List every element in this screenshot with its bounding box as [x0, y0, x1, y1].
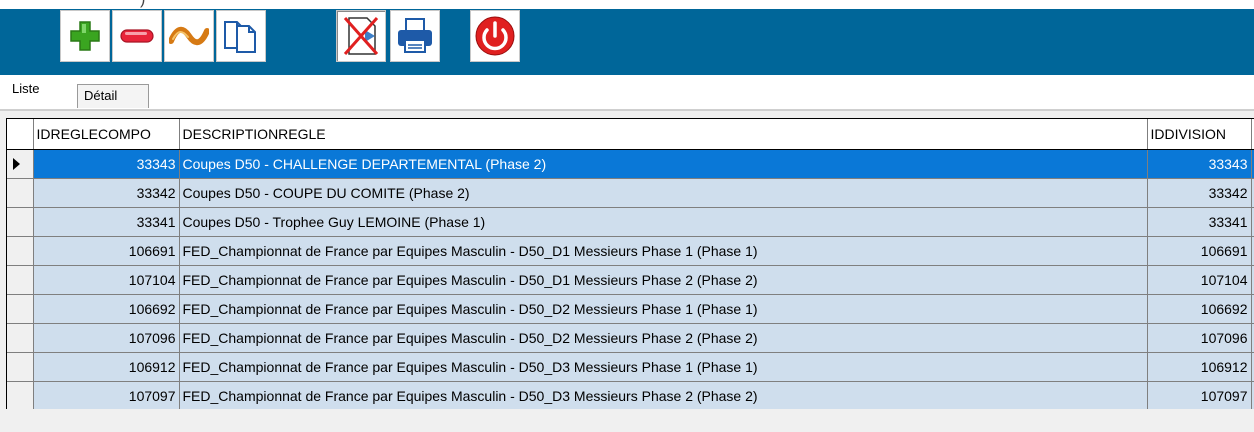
row-selector[interactable] — [7, 265, 34, 295]
add-button[interactable] — [60, 10, 110, 62]
edit-button[interactable] — [164, 10, 214, 62]
cancel-document-button[interactable] — [336, 10, 386, 62]
column-header-idreglecompo[interactable]: IDREGLECOMPO — [33, 119, 180, 150]
tab-strip — [0, 75, 1254, 113]
data-grid[interactable]: IDREGLECOMPO DESCRIPTIONREGLE IDDIVISION… — [6, 118, 1254, 409]
toolbar: ) — [0, 0, 1254, 75]
row-selector[interactable] — [7, 294, 34, 324]
cell-description[interactable]: Coupes D50 - COUPE DU COMITE (Phase 2) — [179, 178, 1148, 208]
row-selector[interactable] — [7, 323, 34, 353]
cell-division[interactable]: 106912 — [1147, 352, 1252, 382]
cell-division[interactable]: 33342 — [1147, 178, 1252, 208]
row-header-corner — [7, 119, 34, 150]
column-header-iddivision[interactable]: IDDIVISION — [1147, 119, 1252, 150]
cell-id[interactable]: 107097 — [33, 381, 180, 409]
cell-id[interactable]: 33343 — [33, 149, 180, 179]
add-icon — [70, 21, 100, 51]
cell-id[interactable]: 106692 — [33, 294, 180, 324]
tab-detail[interactable]: Détail — [77, 84, 149, 108]
tab-liste[interactable]: Liste — [6, 78, 46, 108]
cell-division[interactable]: 107097 — [1147, 381, 1252, 409]
cell-division[interactable]: 107104 — [1147, 265, 1252, 295]
cell-description[interactable]: FED_Championnat de France par Equipes Ma… — [179, 236, 1148, 266]
table-row[interactable]: 106912 FED_Championnat de France par Equ… — [7, 352, 1254, 382]
cell-description[interactable]: FED_Championnat de France par Equipes Ma… — [179, 294, 1148, 324]
power-icon — [475, 16, 515, 56]
cancel-document-icon — [343, 17, 379, 55]
cell-id[interactable]: 106691 — [33, 236, 180, 266]
cell-id[interactable]: 107096 — [33, 323, 180, 353]
cell-division[interactable]: 106691 — [1147, 236, 1252, 266]
cell-description[interactable]: Coupes D50 - Trophee Guy LEMOINE (Phase … — [179, 207, 1148, 237]
current-row-arrow-icon — [13, 157, 20, 170]
edit-wave-icon — [169, 26, 209, 46]
cell-id[interactable]: 106912 — [33, 352, 180, 382]
cell-id[interactable]: 107104 — [33, 265, 180, 295]
row-selector[interactable] — [7, 236, 34, 266]
remove-icon — [120, 29, 154, 43]
cell-division[interactable]: 106692 — [1147, 294, 1252, 324]
table-row[interactable]: 33341 Coupes D50 - Trophee Guy LEMOINE (… — [7, 207, 1254, 237]
cell-division[interactable]: 107096 — [1147, 323, 1252, 353]
cell-description[interactable]: FED_Championnat de France par Equipes Ma… — [179, 352, 1148, 382]
column-header-descriptionregle[interactable]: DESCRIPTIONREGLE — [179, 119, 1148, 150]
row-selector[interactable] — [7, 149, 34, 179]
cell-description[interactable]: FED_Championnat de France par Equipes Ma… — [179, 265, 1148, 295]
cell-id[interactable]: 33342 — [33, 178, 180, 208]
table-row[interactable]: 106691 FED_Championnat de France par Equ… — [7, 236, 1254, 266]
cell-description[interactable]: FED_Championnat de France par Equipes Ma… — [179, 323, 1148, 353]
exit-button[interactable] — [470, 10, 520, 62]
table-row[interactable]: 107104 FED_Championnat de France par Equ… — [7, 265, 1254, 295]
remove-button[interactable] — [112, 10, 162, 62]
toolbar-top-strip: ) — [0, 0, 1254, 9]
table-row[interactable]: 107097 FED_Championnat de France par Equ… — [7, 381, 1254, 409]
print-button[interactable] — [390, 10, 440, 62]
cell-description[interactable]: Coupes D50 - CHALLENGE DEPARTEMENTAL (Ph… — [179, 149, 1148, 179]
table-row[interactable]: 33342 Coupes D50 - COUPE DU COMITE (Phas… — [7, 178, 1254, 208]
table-row[interactable]: 106692 FED_Championnat de France par Equ… — [7, 294, 1254, 324]
table-row[interactable]: 33343 Coupes D50 - CHALLENGE DEPARTEMENT… — [7, 149, 1254, 179]
header-row: IDREGLECOMPO DESCRIPTIONREGLE IDDIVISION… — [7, 119, 1254, 150]
toolbar-top-text: ) — [140, 0, 145, 9]
table-row[interactable]: 107096 FED_Championnat de France par Equ… — [7, 323, 1254, 353]
cell-division[interactable]: 33343 — [1147, 149, 1252, 179]
row-selector[interactable] — [7, 381, 34, 409]
cell-division[interactable]: 33341 — [1147, 207, 1252, 237]
cell-id[interactable]: 33341 — [33, 207, 180, 237]
cell-description[interactable]: FED_Championnat de France par Equipes Ma… — [179, 381, 1148, 409]
row-selector[interactable] — [7, 352, 34, 382]
printer-icon — [398, 18, 432, 53]
copy-icon — [224, 21, 256, 53]
row-selector[interactable] — [7, 207, 34, 237]
copy-button[interactable] — [216, 10, 266, 62]
row-selector[interactable] — [7, 178, 34, 208]
